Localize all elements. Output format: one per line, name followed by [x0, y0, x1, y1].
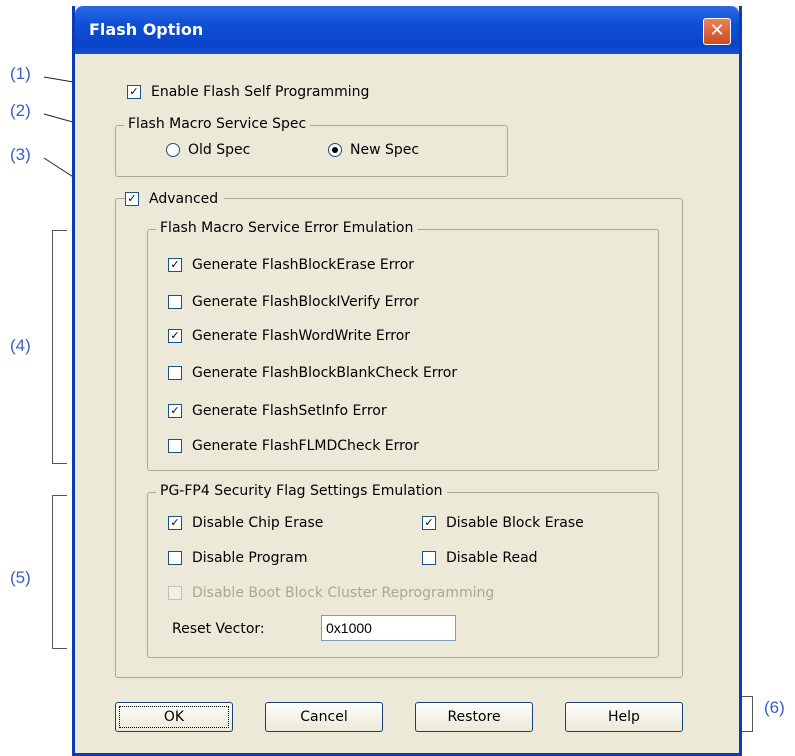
checkbox-empty-icon	[168, 295, 182, 309]
iverify-error-label: Generate FlashBlockIVerify Error	[192, 294, 419, 310]
disable-read-label: Disable Read	[446, 550, 538, 566]
old-spec-label: Old Spec	[188, 142, 251, 158]
checkbox-empty-icon	[168, 439, 182, 453]
enable-self-programming-checkbox[interactable]: ✓ Enable Flash Self Programming	[127, 84, 369, 100]
disable-block-erase-label: Disable Block Erase	[446, 515, 584, 531]
checkbox-empty-icon	[168, 366, 182, 380]
help-button[interactable]: Help	[565, 702, 683, 732]
checkmark-icon: ✓	[168, 404, 182, 418]
old-spec-radio[interactable]: Old Spec	[166, 142, 250, 158]
disable-block-erase-checkbox[interactable]: ✓ Disable Block Erase	[422, 515, 584, 531]
disable-program-label: Disable Program	[192, 550, 308, 566]
checkbox-empty-icon	[168, 586, 182, 600]
callout-bracket-5	[52, 495, 67, 649]
erase-error-checkbox[interactable]: ✓ Generate FlashBlockErase Error	[168, 257, 414, 273]
advanced-checkbox[interactable]: ✓ Advanced	[125, 191, 225, 207]
iverify-error-checkbox[interactable]: Generate FlashBlockIVerify Error	[168, 294, 419, 310]
flash-option-dialog: Flash Option ✕ ✓ Enable Flash Self Progr…	[72, 6, 742, 756]
setinfo-error-label: Generate FlashSetInfo Error	[192, 403, 387, 419]
new-spec-radio[interactable]: New Spec	[328, 142, 419, 158]
title-bar[interactable]: Flash Option ✕	[75, 6, 739, 54]
setinfo-error-checkbox[interactable]: ✓ Generate FlashSetInfo Error	[168, 403, 387, 419]
checkbox-empty-icon	[422, 551, 436, 565]
service-spec-legend: Flash Macro Service Spec	[124, 116, 311, 132]
checkmark-icon: ✓	[168, 329, 182, 343]
close-icon[interactable]: ✕	[703, 18, 731, 45]
error-emulation-legend: Flash Macro Service Error Emulation	[156, 220, 418, 236]
reset-vector-input[interactable]	[321, 615, 456, 641]
checkmark-icon: ✓	[125, 192, 139, 206]
security-flags-group: PG-FP4 Security Flag Settings Emulation …	[147, 483, 659, 658]
disable-boot-block-checkbox: Disable Boot Block Cluster Reprogramming	[168, 585, 494, 601]
disable-read-checkbox[interactable]: Disable Read	[422, 550, 538, 566]
callout-bracket-4	[52, 230, 67, 464]
blankcheck-error-label: Generate FlashBlockBlankCheck Error	[192, 365, 458, 381]
error-emulation-group: Flash Macro Service Error Emulation ✓ Ge…	[147, 220, 659, 471]
radio-selected-icon	[328, 143, 342, 157]
flmdcheck-error-checkbox[interactable]: Generate FlashFLMDCheck Error	[168, 438, 419, 454]
enable-self-programming-label: Enable Flash Self Programming	[151, 84, 370, 100]
blankcheck-error-checkbox[interactable]: Generate FlashBlockBlankCheck Error	[168, 365, 457, 381]
erase-error-label: Generate FlashBlockErase Error	[192, 257, 415, 273]
wordwrite-error-checkbox[interactable]: ✓ Generate FlashWordWrite Error	[168, 328, 410, 344]
service-spec-group: Flash Macro Service Spec Old Spec New Sp…	[115, 116, 508, 177]
dialog-title: Flash Option	[89, 20, 204, 39]
checkmark-icon: ✓	[168, 258, 182, 272]
new-spec-label: New Spec	[350, 142, 420, 158]
disable-chip-erase-label: Disable Chip Erase	[192, 515, 324, 531]
radio-empty-icon	[166, 143, 180, 157]
checkmark-icon: ✓	[168, 516, 182, 530]
checkbox-empty-icon	[168, 551, 182, 565]
reset-vector-label: Reset Vector:	[172, 621, 265, 637]
restore-button[interactable]: Restore	[415, 702, 533, 732]
disable-program-checkbox[interactable]: Disable Program	[168, 550, 307, 566]
ok-button[interactable]: OK	[115, 702, 233, 732]
disable-boot-block-label: Disable Boot Block Cluster Reprogramming	[192, 585, 495, 601]
security-flags-legend: PG-FP4 Security Flag Settings Emulation	[156, 483, 447, 499]
checkmark-icon: ✓	[422, 516, 436, 530]
cancel-button[interactable]: Cancel	[265, 702, 383, 732]
flmdcheck-error-label: Generate FlashFLMDCheck Error	[192, 438, 419, 454]
disable-chip-erase-checkbox[interactable]: ✓ Disable Chip Erase	[168, 515, 323, 531]
checkmark-icon: ✓	[127, 85, 141, 99]
advanced-label: Advanced	[149, 191, 219, 207]
wordwrite-error-label: Generate FlashWordWrite Error	[192, 328, 411, 344]
